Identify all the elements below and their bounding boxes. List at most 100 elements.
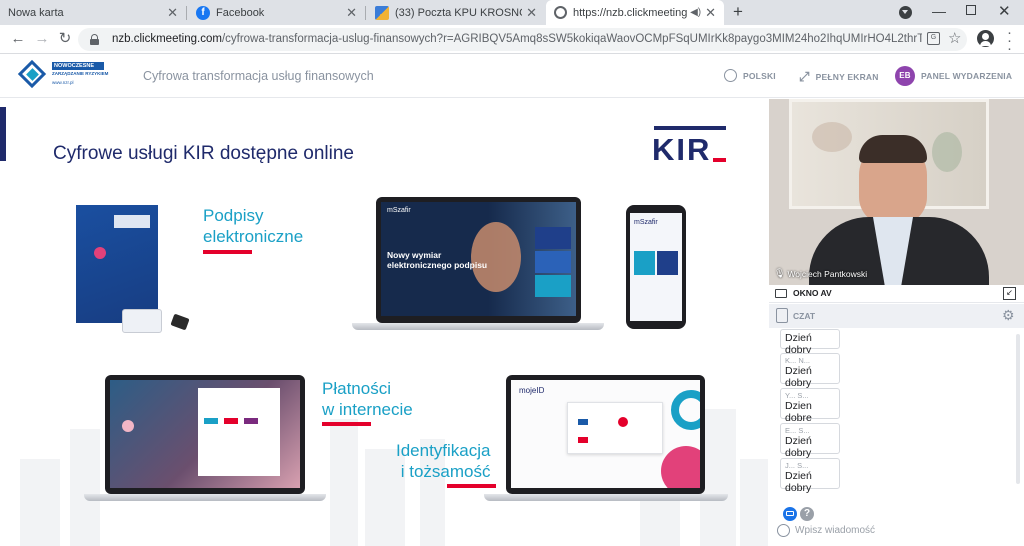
- logo-text-1: NOWOCZESNE: [52, 62, 104, 70]
- painting-spot-1: [812, 122, 852, 152]
- emoji-icon[interactable]: [777, 524, 790, 537]
- fullscreen-icon: ⤢: [799, 69, 810, 84]
- language-label: POLSKI: [743, 70, 776, 81]
- minimize-icon[interactable]: —: [932, 3, 946, 19]
- help-icon[interactable]: ?: [800, 507, 814, 521]
- label-identity: Identyfikacja i tożsamość: [396, 441, 491, 481]
- fullscreen-button[interactable]: ⤢ PEŁNY EKRAN: [799, 69, 879, 85]
- facebook-icon: f: [196, 5, 210, 20]
- mail-icon: [375, 5, 389, 20]
- tab-facebook[interactable]: f Facebook ✕: [188, 0, 365, 25]
- chat-message: J... S... Dzień dobry: [780, 458, 840, 494]
- chat-header: CZAT ⚙: [769, 304, 1024, 328]
- microphone-icon: 🎙: [774, 268, 786, 278]
- kir-logo-bar: [654, 126, 726, 130]
- logo-text-2: ZARZĄDZANIE RYZYKIEM: [52, 71, 109, 76]
- message-text: Dzień dobry: [785, 470, 812, 494]
- signature-card-box: [76, 205, 158, 323]
- globe-icon: [554, 6, 567, 19]
- message-author: J... S...: [785, 461, 809, 470]
- settings-icon[interactable]: ⚙: [1002, 307, 1015, 324]
- chat-messages[interactable]: Dzień dobry K... N... Dzień dobry Y... S…: [769, 328, 1024, 500]
- menu-icon[interactable]: · · ·: [1007, 25, 1012, 56]
- laptop-screen: [110, 380, 300, 488]
- reload-icon[interactable]: ↻: [55, 29, 75, 49]
- laptop-title: Nowy wymiar elektronicznego podpisu: [387, 250, 488, 270]
- star-icon[interactable]: ☆: [948, 29, 961, 47]
- tab-search-icon[interactable]: [899, 6, 912, 19]
- payment-form: [198, 388, 280, 476]
- laptop-mszafir: mSzafir Nowy wymiar elektronicznego podp…: [376, 197, 581, 323]
- close-icon[interactable]: ✕: [526, 5, 537, 21]
- chat-title: CZAT: [793, 311, 816, 321]
- bank-3: [578, 437, 588, 443]
- tab-title: https://nzb.clickmeeting.com: [573, 6, 688, 19]
- message-author: K... N...: [785, 356, 811, 365]
- restore-icon[interactable]: [966, 5, 976, 15]
- bank-1: [578, 419, 588, 425]
- avatar: EB: [895, 66, 915, 86]
- deco-circle-1: [671, 390, 700, 430]
- event-title: Cyfrowa transformacja usług finansowych: [143, 69, 374, 83]
- phone-mszafir: mSzafir: [626, 205, 686, 329]
- language-selector[interactable]: POLSKI: [724, 69, 776, 82]
- chat-input-area: ? Wpisz wiadomość: [769, 500, 1024, 546]
- chat-scrollbar[interactable]: [1016, 334, 1020, 484]
- speaker-icon[interactable]: ◀): [690, 7, 701, 18]
- pay-opt-3: [244, 418, 258, 424]
- close-icon[interactable]: ✕: [346, 5, 357, 21]
- browser-tab-strip: Nowa karta ✕ f Facebook ✕ (33) Poczta KP…: [0, 0, 1024, 25]
- tile-3: [535, 275, 571, 297]
- globe-icon: [724, 69, 737, 82]
- url-text: nzb.clickmeeting.com/cyfrowa-transformac…: [112, 33, 922, 45]
- message-author: E... S...: [785, 426, 810, 435]
- close-icon[interactable]: ✕: [705, 5, 716, 21]
- tab-title: Facebook: [216, 6, 265, 19]
- translate-icon[interactable]: G: [927, 32, 940, 45]
- blossom: [122, 420, 134, 432]
- tab-clickmeeting[interactable]: https://nzb.clickmeeting.com ◀) ✕: [546, 0, 724, 25]
- chat-message: E... S... Dzień dobry: [780, 423, 840, 459]
- tab-new-tab[interactable]: Nowa karta ✕: [0, 0, 186, 25]
- card-reader: [170, 313, 190, 331]
- kir-logo-accent: [713, 158, 726, 162]
- av-window-label: OKNO AV: [793, 288, 832, 298]
- popout-icon[interactable]: ↙: [1003, 287, 1016, 300]
- event-panel-label: PANEL WYDARZENIA: [921, 71, 1013, 81]
- phone-tile-1: [634, 251, 655, 275]
- close-window-icon[interactable]: ✕: [998, 2, 1011, 20]
- smart-card: [122, 309, 162, 333]
- new-tab-button[interactable]: +: [733, 2, 743, 22]
- logo-text-3: www.nzr.pl: [52, 80, 74, 85]
- fullscreen-label: PEŁNY EKRAN: [815, 72, 879, 82]
- box-dot: [94, 247, 106, 259]
- lock-icon: [90, 34, 99, 45]
- phone-tile-2: [657, 251, 678, 275]
- address-bar[interactable]: nzb.clickmeeting.com/cyfrowa-transformac…: [78, 28, 967, 51]
- laptop-screen: mSzafir Nowy wymiar elektronicznego podp…: [381, 202, 576, 316]
- box-label: [114, 215, 150, 228]
- mojeid-logo: mojeID: [519, 386, 545, 395]
- chat-message: Y... S... Dzien dobre: [780, 388, 840, 424]
- tile-1: [535, 227, 571, 249]
- event-panel-button[interactable]: EB PANEL WYDARZENIA: [895, 66, 1012, 86]
- laptop-screen: mojeID: [511, 380, 700, 488]
- translate-chat-icon[interactable]: [783, 507, 797, 521]
- nzr-logo[interactable]: NOWOCZESNE ZARZĄDZANIE RYZYKIEM www.nzr.…: [17, 59, 109, 93]
- forward-icon[interactable]: →: [32, 29, 52, 49]
- tab-divider: [365, 6, 366, 20]
- laptop-base: [484, 494, 728, 501]
- back-icon[interactable]: ←: [8, 29, 28, 49]
- close-icon[interactable]: ✕: [167, 5, 178, 21]
- pay-opt-1: [204, 418, 218, 424]
- profile-icon[interactable]: [977, 30, 994, 47]
- message-input[interactable]: Wpisz wiadomość: [795, 525, 875, 536]
- url-host: nzb.clickmeeting.com: [112, 33, 222, 45]
- chat-icon: [776, 308, 788, 323]
- av-window-bar: OKNO AV ↙: [769, 285, 1024, 303]
- tab-poczta[interactable]: (33) Poczta KPU KROSNO :: Odeb ✕: [367, 0, 545, 25]
- speaker-label: 🎙 Wojciech Pantkowski: [774, 268, 867, 279]
- tile-2: [535, 251, 571, 273]
- message-text: Dzien dobre: [785, 400, 812, 424]
- slide-heading: Cyfrowe usługi KIR dostępne online: [53, 143, 355, 164]
